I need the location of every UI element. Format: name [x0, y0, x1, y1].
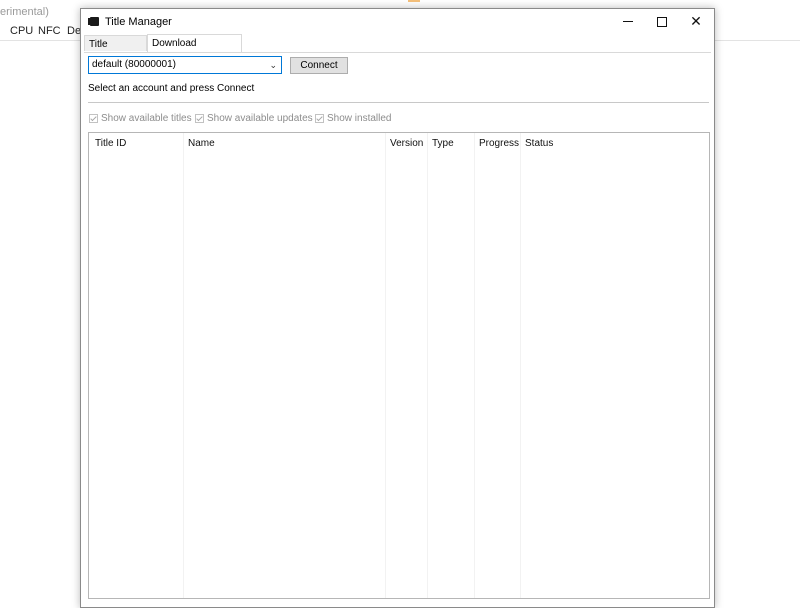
- column-divider: [474, 133, 475, 598]
- titlebar[interactable]: Title Manager ✕: [81, 9, 714, 35]
- column-divider: [183, 133, 184, 598]
- column-header-type[interactable]: Type: [432, 138, 454, 149]
- app-icon: [88, 17, 99, 26]
- show-installed-checkbox[interactable]: Show installed: [315, 112, 391, 124]
- checkbox-label: Show available titles: [101, 112, 192, 124]
- separator: [88, 102, 709, 103]
- checkbox-label: Show available updates: [207, 112, 313, 124]
- account-hint: Select an account and press Connect: [88, 83, 255, 94]
- show-available-titles-checkbox[interactable]: Show available titles: [89, 112, 192, 124]
- minimize-button[interactable]: [611, 9, 645, 34]
- checkbox-check-icon: [315, 113, 324, 123]
- background-window-title: erimental): [0, 6, 49, 18]
- column-header-version[interactable]: Version: [390, 138, 423, 149]
- maximize-button[interactable]: [645, 9, 679, 34]
- column-header-name[interactable]: Name: [188, 138, 215, 149]
- menu-item-cpu[interactable]: CPU: [10, 25, 33, 37]
- tab-strip: Title Manager Download Manager: [84, 34, 711, 67]
- background-accent: [408, 0, 420, 2]
- tab-download-manager[interactable]: Download Manager: [147, 34, 242, 66]
- title-manager-dialog: Title Manager ✕ Title Manager Download M…: [80, 8, 715, 608]
- checkbox-check-icon: [195, 113, 204, 123]
- window-title: Title Manager: [105, 16, 172, 28]
- maximize-icon: [657, 16, 667, 27]
- titles-table[interactable]: Title ID Name Version Type Progress Stat…: [88, 132, 710, 599]
- account-select-value: default (80000001): [92, 59, 176, 70]
- chevron-down-icon: ⌄: [269, 60, 277, 70]
- column-divider: [385, 133, 386, 598]
- menu-item-nfc[interactable]: NFC: [38, 25, 61, 37]
- close-icon: ✕: [690, 13, 702, 29]
- column-header-progress[interactable]: Progress: [479, 138, 519, 149]
- tab-title-manager[interactable]: Title Manager: [84, 35, 147, 67]
- checkbox-label: Show installed: [327, 112, 392, 124]
- close-button[interactable]: ✕: [679, 9, 713, 34]
- minimize-icon: [623, 21, 633, 22]
- checkbox-check-icon: [89, 113, 98, 123]
- column-header-status[interactable]: Status: [525, 138, 553, 149]
- column-header-title-id[interactable]: Title ID: [95, 138, 126, 149]
- account-select[interactable]: default (80000001) ⌄: [88, 56, 282, 74]
- show-available-updates-checkbox[interactable]: Show available updates: [195, 112, 313, 124]
- column-divider: [520, 133, 521, 598]
- connect-button[interactable]: Connect: [290, 57, 348, 74]
- column-divider: [427, 133, 428, 598]
